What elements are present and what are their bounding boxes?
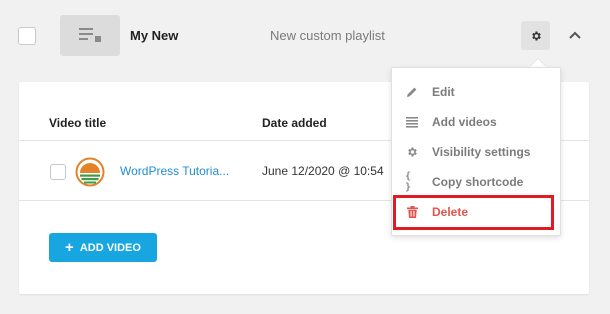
braces-icon: { } [405, 171, 414, 193]
playlist-manager: My New New custom playlist Video title D… [0, 0, 610, 314]
menu-item-label: Visibility settings [432, 145, 531, 159]
video-thumbnail-logo [75, 157, 105, 187]
gear-icon [405, 146, 419, 158]
menu-caret [530, 59, 546, 67]
delete-highlight-box [393, 195, 554, 230]
plus-icon: + [65, 239, 74, 256]
menu-item-label: Edit [432, 85, 455, 99]
menu-item-add-videos[interactable]: Add videos [392, 107, 560, 137]
menu-item-visibility-settings[interactable]: Visibility settings [392, 137, 560, 167]
menu-item-label: Add videos [432, 115, 497, 129]
add-video-label: ADD VIDEO [79, 241, 141, 254]
playlist-thumbnail [60, 15, 120, 56]
playlist-icon [79, 28, 101, 42]
menu-item-copy-shortcode[interactable]: { } Copy shortcode [392, 167, 560, 197]
playlist-description: New custom playlist [270, 28, 385, 43]
menu-item-label: Copy shortcode [432, 175, 524, 189]
list-icon [405, 116, 419, 128]
column-header-video-title: Video title [49, 116, 107, 130]
video-select-checkbox[interactable] [50, 164, 66, 180]
chevron-up-icon[interactable] [568, 30, 582, 40]
video-date-added: June 12/2020 @ 10:54 [262, 164, 384, 178]
gear-icon [531, 31, 541, 40]
video-title-link[interactable]: WordPress Tutoria... [120, 164, 229, 178]
settings-button[interactable] [521, 21, 550, 50]
playlist-name: My New [130, 28, 179, 43]
playlist-select-checkbox[interactable] [18, 27, 36, 45]
menu-item-edit[interactable]: Edit [392, 77, 560, 107]
pencil-icon [405, 86, 419, 98]
column-header-date-added: Date added [262, 116, 327, 130]
add-video-button[interactable]: + ADD VIDEO [49, 233, 157, 262]
